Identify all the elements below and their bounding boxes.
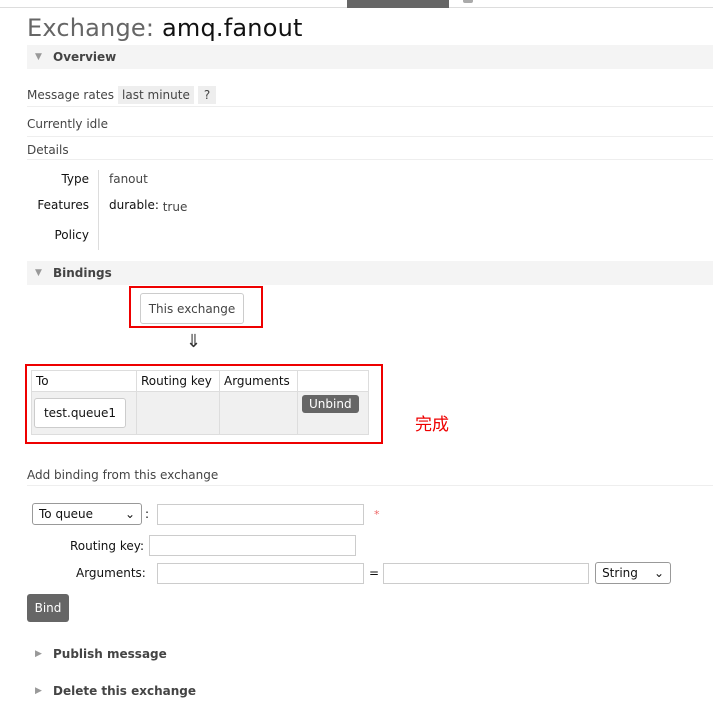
features-label: Features — [37, 198, 89, 212]
type-label: Type — [61, 172, 89, 186]
next-tab[interactable] — [463, 0, 473, 3]
routing-key-input[interactable] — [149, 535, 356, 556]
arguments-label: Arguments: — [76, 566, 146, 580]
required-marker: * — [374, 507, 380, 521]
arguments-cell — [219, 391, 298, 435]
durable-label: durable: — [109, 198, 159, 212]
features-value: durable: true — [109, 196, 188, 214]
active-tab[interactable] — [347, 0, 449, 8]
publish-section-header[interactable]: ▶ Publish message — [27, 643, 713, 665]
routing-key-cell — [136, 391, 220, 435]
rate-period-button[interactable]: last minute — [118, 86, 194, 104]
destination-type-select[interactable]: To queue ⌄ — [32, 503, 142, 525]
queue-link[interactable]: test.queue1 — [34, 398, 126, 428]
chevron-down-icon: ⌄ — [654, 566, 665, 580]
message-rates-label: Message rates — [27, 88, 115, 102]
col-actions — [297, 370, 369, 392]
type-value: fanout — [109, 172, 148, 186]
page-title: Exchange: amq.fanout — [27, 14, 303, 42]
bindings-table: To Routing key Arguments test.queue1 Unb… — [31, 370, 369, 435]
down-arrow-icon: ⇓ — [186, 331, 202, 352]
delete-section-header[interactable]: ▶ Delete this exchange — [27, 680, 713, 702]
features-row: Features durable: true — [27, 196, 187, 222]
exchange-name: amq.fanout — [161, 14, 303, 42]
overview-section-header[interactable]: ▼ Overview — [27, 45, 713, 69]
type-row: Type fanout — [27, 170, 187, 196]
details-label: Details — [27, 143, 69, 157]
col-routing-key: Routing key — [136, 370, 220, 392]
destination-row: To queue ⌄ : * — [32, 503, 380, 525]
triangle-right-icon: ▶ — [35, 686, 42, 696]
bindings-section-header[interactable]: ▼ Bindings — [27, 261, 713, 285]
triangle-down-icon: ▼ — [35, 268, 42, 278]
add-binding-label: Add binding from this exchange — [27, 468, 219, 482]
chevron-down-icon: ⌄ — [124, 507, 135, 521]
routing-key-label: Routing key: — [70, 538, 144, 553]
divider — [27, 106, 713, 107]
annotation-done: 完成 — [415, 415, 449, 435]
details-table: Type fanout Features durable: true Polic… — [27, 170, 187, 250]
page-title-prefix: Exchange: — [27, 14, 162, 42]
triangle-right-icon: ▶ — [35, 649, 42, 659]
divider — [27, 136, 713, 137]
publish-title: Publish message — [53, 647, 167, 661]
unbind-button[interactable]: Unbind — [302, 395, 359, 413]
routing-key-row: Routing key: — [70, 535, 356, 556]
argument-value-input[interactable] — [383, 562, 590, 584]
destination-type-value: To queue — [39, 507, 94, 521]
arguments-row: Arguments: = String ⌄ — [76, 562, 672, 584]
col-arguments: Arguments — [219, 370, 298, 392]
delete-title: Delete this exchange — [53, 684, 197, 698]
colon: : — [145, 507, 150, 521]
divider — [27, 485, 713, 486]
argument-type-select[interactable]: String ⌄ — [595, 562, 672, 584]
top-tab-strip — [0, 0, 713, 8]
equals-sign: = — [369, 566, 380, 580]
destination-input[interactable] — [157, 503, 365, 525]
idle-status: Currently idle — [27, 117, 108, 131]
argument-key-input[interactable] — [157, 562, 364, 584]
argument-type-value: String — [602, 566, 638, 580]
overview-title: Overview — [53, 50, 117, 64]
bindings-title: Bindings — [53, 266, 112, 280]
help-button[interactable]: ? — [197, 86, 217, 104]
policy-label: Policy — [54, 228, 89, 242]
message-rates: Message rates last minute ? — [27, 86, 217, 104]
policy-row: Policy — [27, 222, 187, 250]
bind-button[interactable]: Bind — [27, 594, 69, 622]
triangle-down-icon: ▼ — [35, 52, 42, 62]
divider — [27, 159, 713, 160]
durable-value: true — [162, 200, 188, 214]
this-exchange-node: This exchange — [140, 293, 244, 324]
table-row: test.queue1 Unbind — [31, 391, 369, 435]
col-to: To — [31, 370, 137, 392]
